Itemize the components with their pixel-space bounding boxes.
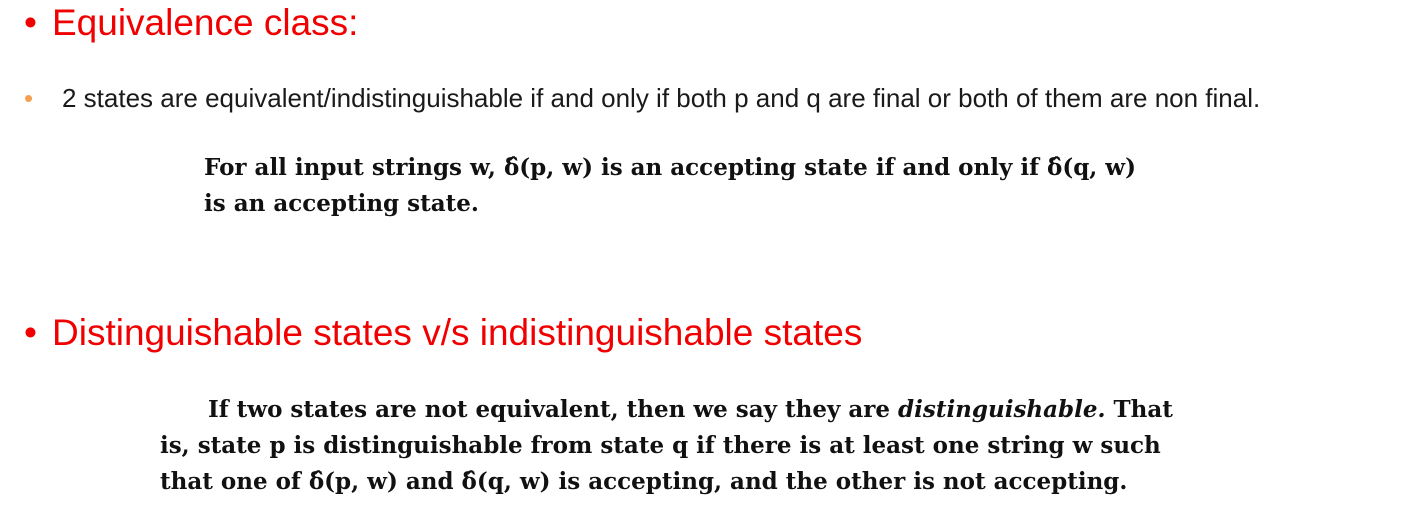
excerpt-text: That [1105, 396, 1173, 423]
excerpt-line: that one of δ̂(p, w) and δ̂(q, w) is acc… [160, 468, 1128, 495]
heading-text: Equivalence class: [52, 2, 359, 43]
definition-text: 2 states are equivalent/indistinguishabl… [62, 83, 1261, 113]
bullet-icon: • [24, 2, 37, 43]
heading-equivalence-class: • Equivalence class: [24, 4, 358, 41]
heading-text: Distinguishable states v/s indistinguish… [52, 312, 863, 353]
excerpt-line: is an accepting state. [204, 190, 479, 217]
excerpt-line: For all input strings w, δ̂(p, w) is an … [204, 154, 1136, 181]
bullet-icon: • [24, 83, 34, 113]
textbook-excerpt-equivalence: For all input strings w, δ̂(p, w) is an … [204, 150, 1244, 222]
bullet-icon: • [24, 312, 37, 353]
textbook-excerpt-distinguishable: If two states are not equivalent, then w… [160, 392, 1270, 500]
emphasis-term: distinguishable. [898, 396, 1106, 423]
excerpt-line: is, state p is distinguishable from stat… [160, 432, 1161, 459]
heading-distinguishable-states: • Distinguishable states v/s indistingui… [24, 314, 862, 351]
equivalence-definition: • 2 states are equivalent/indistinguisha… [24, 80, 1414, 116]
excerpt-text: If two states are not equivalent, then w… [208, 396, 899, 423]
excerpt-line: If two states are not equivalent, then w… [160, 392, 1270, 428]
